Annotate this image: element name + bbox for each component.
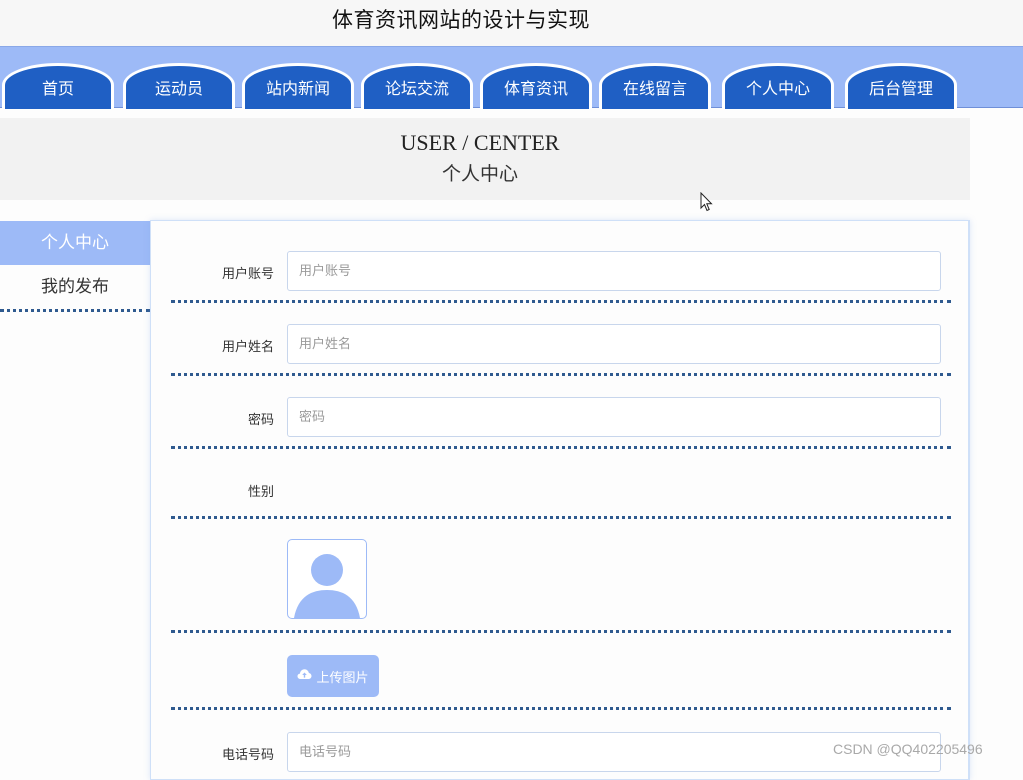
- name-input[interactable]: [287, 324, 941, 364]
- row-divider: [171, 707, 951, 710]
- cloud-upload-icon: [297, 668, 312, 684]
- banner-title-en: USER / CENTER: [400, 130, 560, 155]
- profile-form-panel: 用户账号 用户姓名 密码 性别: [150, 220, 970, 780]
- mouse-cursor-icon: [700, 192, 713, 212]
- phone-label: 电话号码: [221, 748, 274, 763]
- account-label: 用户账号: [221, 267, 274, 282]
- nav-tab-admin[interactable]: 后台管理: [845, 63, 957, 109]
- nav-tab-sports-news[interactable]: 体育资讯: [480, 63, 592, 109]
- section-banner: USER / CENTER 个人中心: [0, 118, 970, 200]
- watermark: CSDN @QQ402205496: [833, 741, 983, 757]
- upload-image-button[interactable]: 上传图片: [287, 655, 379, 697]
- upload-button-label: 上传图片: [316, 670, 369, 686]
- gender-label: 性别: [247, 485, 274, 500]
- nav-tab-messages[interactable]: 在线留言: [599, 63, 711, 109]
- nav-tab-site-news[interactable]: 站内新闻: [242, 63, 354, 109]
- row-divider: [171, 300, 951, 303]
- password-input[interactable]: [287, 397, 941, 437]
- nav-tab-home[interactable]: 首页: [2, 63, 114, 109]
- row-divider: [171, 630, 951, 633]
- sidebar-divider: [0, 309, 150, 312]
- row-divider: [171, 373, 951, 376]
- nav-tab-user-center[interactable]: 个人中心: [722, 63, 834, 109]
- sidebar-item-user-center[interactable]: 个人中心: [0, 221, 150, 265]
- sidebar-item-my-posts[interactable]: 我的发布: [0, 265, 150, 309]
- password-label: 密码: [247, 413, 274, 428]
- site-header: 体育资讯网站的设计与实现: [0, 0, 1023, 46]
- nav-tab-forum[interactable]: 论坛交流: [361, 63, 473, 109]
- account-input[interactable]: [287, 251, 941, 291]
- sidebar: 个人中心 我的发布: [0, 221, 150, 312]
- nav-tab-athletes[interactable]: 运动员: [123, 63, 235, 109]
- user-avatar-placeholder-icon: [287, 539, 367, 619]
- site-title: 体育资讯网站的设计与实现: [332, 8, 590, 32]
- banner-title-cn: 个人中心: [441, 163, 518, 185]
- row-divider: [171, 446, 951, 449]
- row-divider: [171, 516, 951, 519]
- name-label: 用户姓名: [221, 340, 274, 355]
- main-nav: 首页 运动员 站内新闻 论坛交流 体育资讯 在线留言 个人中心 后台管理: [0, 46, 1023, 109]
